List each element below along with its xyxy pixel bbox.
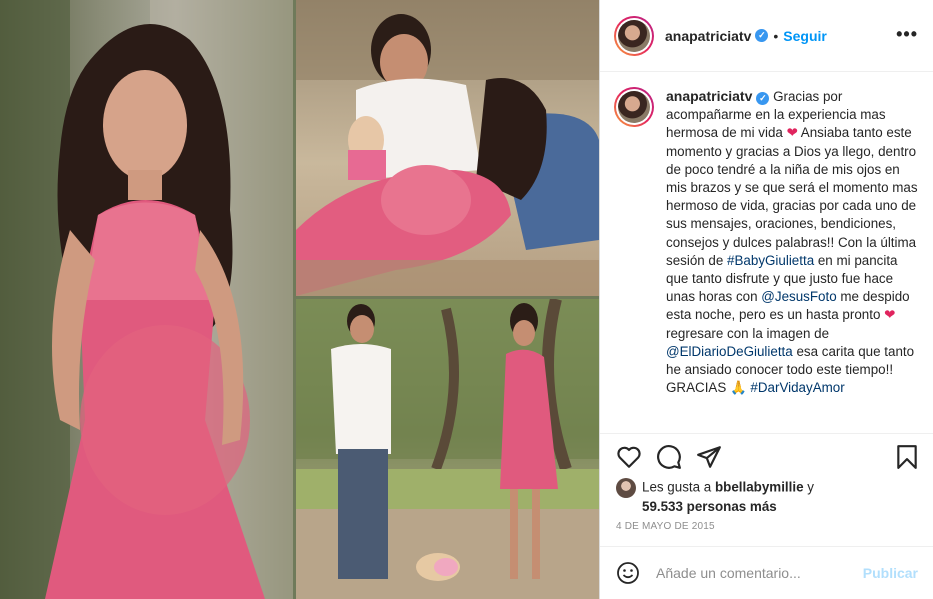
hashtag-link[interactable]: #DarVidayAmor xyxy=(750,380,844,395)
action-bar xyxy=(600,433,933,477)
caption-username[interactable]: anapatriciatv xyxy=(666,88,752,104)
emoji-icon[interactable] xyxy=(616,561,640,585)
portrait-illustration xyxy=(0,0,293,599)
post-date[interactable]: 4 DE MAYO DE 2015 xyxy=(616,521,715,532)
caption-text-segment: Ansiaba tanto este momento y gracias a D… xyxy=(666,125,918,268)
likes-count[interactable]: 59.533 personas más xyxy=(642,499,777,514)
likes-summary: Les gusta a bbellabymillie y 59.533 pers… xyxy=(616,478,926,516)
hashtag-link[interactable]: #BabyGiulietta xyxy=(727,253,814,268)
liker-username[interactable]: bbellabymillie xyxy=(715,480,804,495)
photo-panel-portrait xyxy=(0,0,293,599)
post-photo[interactable] xyxy=(0,0,599,599)
header-username[interactable]: anapatriciatv xyxy=(665,28,751,44)
mention-link[interactable]: @ElDiarioDeGiulietta xyxy=(666,344,793,359)
couple-reclining-illustration xyxy=(296,0,599,296)
folded-hands-emoji-icon: 🙏 xyxy=(730,380,747,396)
more-options-icon[interactable]: ••• xyxy=(896,24,918,45)
comment-box: Publicar xyxy=(600,546,933,599)
comment-input[interactable] xyxy=(656,565,856,581)
photo-panel-couple-walking xyxy=(296,299,599,599)
verified-badge-icon: ✓ xyxy=(755,29,769,42)
photo-panel-couple-reclining xyxy=(296,0,599,296)
heart-icon[interactable] xyxy=(616,444,642,470)
liker-avatar[interactable] xyxy=(616,478,636,498)
post-sidebar: anapatriciatv ✓ • Seguir ••• anapatricia… xyxy=(599,0,933,599)
post-header: anapatriciatv ✓ • Seguir ••• xyxy=(600,0,933,72)
follow-button[interactable]: Seguir xyxy=(783,28,827,44)
caption-avatar-border xyxy=(616,89,652,125)
red-heart-emoji-icon: ❤ xyxy=(786,125,798,141)
caption-row: anapatriciatv ✓ Gracias por acompañarme e… xyxy=(614,87,918,397)
likes-conjunction: y xyxy=(803,479,814,495)
caption-area: anapatriciatv ✓ Gracias por acompañarme e… xyxy=(600,73,933,433)
caption-verified-badge-icon: ✓ xyxy=(756,92,770,105)
avatar[interactable] xyxy=(614,15,654,56)
avatar-image xyxy=(618,19,650,52)
red-heart-emoji-icon: ❤ xyxy=(884,307,896,323)
separator-dot: • xyxy=(773,27,779,44)
caption-avatar-image xyxy=(618,91,650,123)
avatar-border xyxy=(616,17,652,54)
caption-text-segment: regresare con la imagen de xyxy=(666,325,830,341)
couple-walking-illustration xyxy=(296,299,599,599)
mention-link[interactable]: @JesusFoto xyxy=(761,289,836,304)
share-icon[interactable] xyxy=(696,444,722,470)
comment-icon[interactable] xyxy=(656,444,682,470)
caption-avatar[interactable] xyxy=(614,87,654,127)
publish-button[interactable]: Publicar xyxy=(863,565,918,581)
caption-text: anapatriciatv ✓ Gracias por acompañarme e… xyxy=(666,87,918,397)
bookmark-icon[interactable] xyxy=(894,444,920,470)
likes-prefix: Les gusta a xyxy=(642,479,715,495)
